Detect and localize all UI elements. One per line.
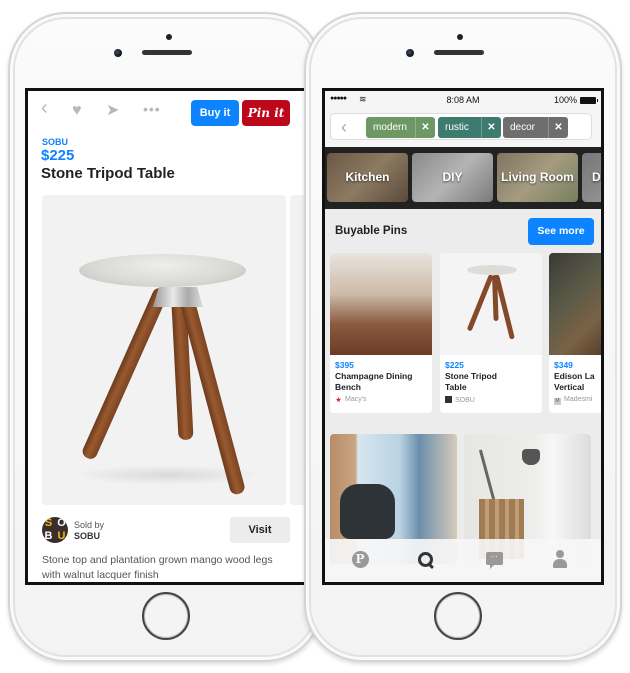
- earpiece-speaker: [142, 50, 192, 55]
- sobu-logo-icon: [445, 396, 452, 403]
- front-camera-icon: [114, 49, 122, 57]
- search-header: ‹ modern ✕ rustic ✕ decor ✕: [325, 109, 601, 147]
- buyable-pin-card[interactable]: $225 Stone Tripod Table SOBU: [440, 253, 542, 413]
- search-icon: [417, 551, 435, 569]
- user-icon: [551, 550, 569, 570]
- category-living-room[interactable]: Living Room: [497, 153, 578, 202]
- pin-it-button[interactable]: Pin it: [242, 100, 290, 126]
- pin-seller: ★ Macy's: [335, 396, 367, 404]
- stool-leg: [80, 285, 170, 462]
- search-chip-decor[interactable]: decor ✕: [503, 117, 568, 138]
- lamp-head: [522, 449, 540, 465]
- stool-ferrule: [153, 287, 203, 307]
- category-strip: Kitchen DIY Living Room D: [325, 147, 601, 209]
- product-description: Stone top and plantation grown mango woo…: [42, 554, 273, 581]
- category-kitchen[interactable]: Kitchen: [327, 153, 408, 202]
- search-results-screen: ●●●●● ≋ 8:08 AM 100% ‹ modern ✕ rustic ✕…: [322, 88, 604, 585]
- chevron-left-icon[interactable]: ‹: [41, 98, 48, 118]
- home-button[interactable]: [142, 592, 190, 640]
- heart-icon[interactable]: ♥: [72, 103, 82, 119]
- pin-price: $225: [445, 360, 464, 370]
- send-icon[interactable]: ➤: [106, 103, 119, 119]
- pin-seller: SOBU: [445, 396, 475, 404]
- visit-button[interactable]: Visit: [230, 517, 290, 543]
- sensor-dot: [166, 34, 172, 40]
- battery-icon: [580, 97, 598, 104]
- seller-avatar[interactable]: S O B U: [42, 517, 68, 543]
- product-brand[interactable]: SOBU: [42, 137, 68, 147]
- pin-thumbnail: [549, 253, 601, 355]
- pin-title: Stone Tripod Table: [445, 371, 497, 392]
- product-title: Stone Tripod Table: [41, 165, 175, 182]
- pin-title: Edison La Vertical: [554, 371, 595, 392]
- search-chip-rustic[interactable]: rustic ✕: [438, 117, 501, 138]
- madesmith-logo-icon: M: [554, 398, 561, 405]
- sensor-dot: [457, 34, 463, 40]
- close-icon[interactable]: ✕: [415, 117, 435, 138]
- pin-price: $349: [554, 360, 573, 370]
- lamp-arm: [478, 449, 497, 504]
- status-bar: ●●●●● ≋ 8:08 AM 100%: [325, 91, 601, 109]
- stool-seat: [467, 265, 517, 275]
- category-diy[interactable]: DIY: [412, 153, 493, 202]
- tab-messages[interactable]: ···: [483, 549, 505, 571]
- pin-detail-screen: ‹ ♥ ➤ ••• Buy it Pin it SOBU $225 Stone …: [25, 88, 307, 585]
- home-button[interactable]: [434, 592, 482, 640]
- pin-thumbnail: [440, 253, 542, 355]
- buyable-pin-card[interactable]: $395 Champagne Dining Bench ★ Macy's: [330, 253, 432, 413]
- tab-profile[interactable]: [549, 549, 571, 571]
- see-more-button[interactable]: See more: [528, 218, 594, 245]
- buyable-pin-card[interactable]: $349 Edison La Vertical M Madesmi: [549, 253, 601, 413]
- pin-price: $395: [335, 360, 354, 370]
- front-camera-icon: [406, 49, 414, 57]
- battery-percent: 100%: [553, 95, 577, 105]
- close-icon[interactable]: ✕: [481, 117, 501, 138]
- category-partial[interactable]: D: [582, 153, 601, 202]
- chevron-left-icon[interactable]: ‹: [341, 117, 347, 138]
- close-icon[interactable]: ✕: [548, 117, 568, 138]
- buy-it-button[interactable]: Buy it: [191, 100, 239, 126]
- sold-by-label: Sold by: [74, 520, 105, 530]
- star-icon: ★: [335, 397, 342, 404]
- search-chip-modern[interactable]: modern ✕: [366, 117, 435, 138]
- buyable-pins-title: Buyable Pins: [335, 225, 408, 237]
- seller-name[interactable]: SOBU: [74, 531, 100, 541]
- stool-seat: [79, 254, 246, 287]
- search-input[interactable]: ‹ modern ✕ rustic ✕ decor ✕: [330, 113, 592, 140]
- tab-bar: P ···: [325, 539, 601, 582]
- product-price: $225: [41, 147, 75, 164]
- chair-shape: [340, 484, 395, 539]
- earpiece-speaker: [434, 50, 484, 55]
- tab-home[interactable]: P: [349, 549, 371, 571]
- pin-seller: M Madesmi: [554, 396, 593, 405]
- chat-icon: ···: [485, 552, 503, 569]
- tab-search[interactable]: [415, 549, 437, 571]
- stool-leg: [466, 274, 494, 332]
- pinterest-icon: P: [351, 551, 369, 568]
- product-image[interactable]: [42, 195, 286, 505]
- more-icon[interactable]: •••: [143, 101, 161, 117]
- pin-title: Champagne Dining Bench: [335, 371, 413, 392]
- pin-thumbnail: [330, 253, 432, 355]
- pin-toolbar: ‹ ♥ ➤ ••• Buy it Pin it: [28, 91, 304, 131]
